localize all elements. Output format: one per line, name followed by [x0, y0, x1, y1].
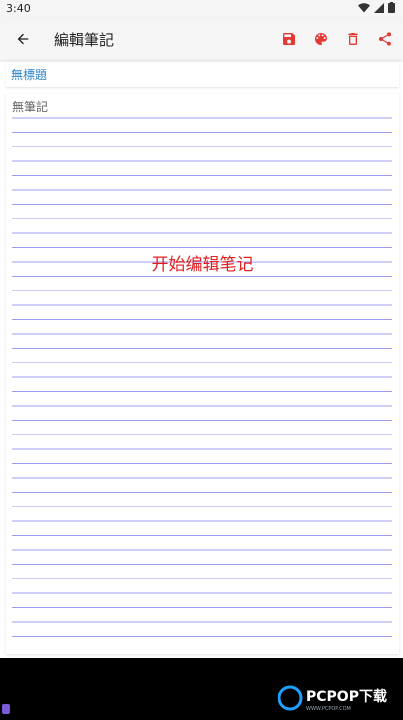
share-button[interactable]	[373, 27, 397, 51]
status-bar: 3:40	[0, 0, 403, 18]
palette-icon	[315, 33, 327, 45]
arrow-left-icon	[17, 33, 29, 45]
status-time: 3:40	[6, 2, 31, 15]
page-title: 編輯筆記	[54, 31, 115, 49]
title-field-container	[6, 63, 399, 87]
app-badge-icon	[2, 704, 10, 714]
edit-hint: 开始编辑笔记	[151, 255, 254, 275]
back-button[interactable]	[10, 27, 36, 51]
save-button[interactable]	[277, 27, 301, 51]
watermark-text: PCPOP下载	[306, 688, 387, 705]
toolbar-actions	[277, 27, 397, 51]
note-paper: 开始编辑笔记	[6, 94, 399, 654]
trash-icon	[348, 33, 358, 45]
signal-icon	[374, 2, 384, 13]
save-icon	[283, 33, 295, 45]
title-input[interactable]	[11, 66, 391, 84]
status-icons	[358, 2, 395, 13]
delete-button[interactable]	[341, 27, 365, 51]
note-input[interactable]	[12, 98, 392, 116]
app-bar: 編輯筆記	[0, 18, 403, 60]
watermark-logo: PCPOP下载 WWW.PCPOP.COM	[278, 685, 387, 712]
palette-button[interactable]	[309, 27, 333, 51]
ruled-lines	[12, 104, 392, 644]
battery-icon	[388, 2, 395, 13]
watermark-subtext: WWW.PCPOP.COM	[306, 706, 351, 712]
share-icon	[378, 32, 391, 46]
wifi-icon	[358, 2, 370, 12]
